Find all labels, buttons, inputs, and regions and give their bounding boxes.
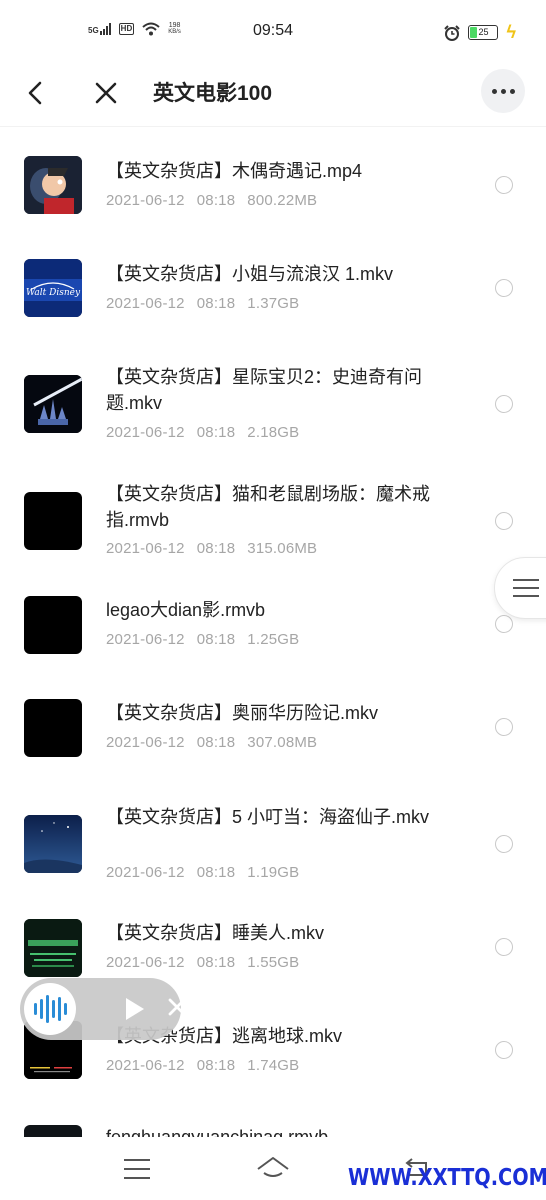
menu-line-icon [513, 595, 539, 597]
file-meta: 2021-06-12 08:18 315.06MB [106, 540, 318, 557]
thumbnail-black [24, 699, 82, 757]
more-dot-icon [500, 88, 506, 94]
file-name: 【英文杂货店】木偶奇遇记.mp4 [106, 161, 363, 181]
close-button[interactable] [90, 76, 122, 108]
file-name: fenghuangyuanchinag.rmvb [106, 1127, 329, 1137]
thumbnail-pinocchio [24, 156, 82, 214]
thumbnail-black [24, 596, 82, 654]
file-name: 【英文杂货店】小姐与流浪汉 1.mkv [106, 264, 394, 284]
battery-icon: 25 [468, 25, 499, 40]
svg-text:Walt Disney: Walt Disney [26, 288, 81, 298]
file-row[interactable]: Walt Disney 【英文杂货店】小姐与流浪汉 1.mkv 2021-06-… [0, 230, 546, 333]
more-dot-icon [509, 88, 515, 94]
select-radio[interactable] [495, 512, 513, 530]
file-meta: 2021-06-12 08:18 2.18GB [106, 424, 300, 441]
menu-line-icon [513, 579, 539, 581]
alarm-icon [444, 24, 461, 41]
file-name: legao大dian影.rmvb [106, 600, 266, 620]
file-row[interactable]: 【英文杂货店】木偶奇遇记.mp4 2021-06-12 08:18 800.22MB [0, 127, 546, 230]
file-meta: 2021-06-12 08:18 1.37GB [106, 295, 300, 312]
charging-icon: ϟ [506, 22, 516, 42]
file-row[interactable]: 【英文杂货店】5 小叮当：海盗仙子.mkv 2021-06-12 08:18 1.1… [0, 773, 546, 890]
menu-line-icon [513, 587, 539, 589]
nav-home-button[interactable] [256, 1155, 290, 1181]
battery-level: 25 [478, 27, 489, 37]
more-dot-icon [491, 88, 497, 94]
select-radio[interactable] [495, 615, 513, 633]
status-right: 25 ϟ [444, 22, 516, 43]
floating-audio-player[interactable] [20, 978, 186, 1040]
close-icon [168, 998, 186, 1016]
page-title: 英文电影100 [153, 82, 273, 105]
home-icon [257, 1157, 289, 1177]
select-radio[interactable] [495, 279, 513, 297]
file-meta: 2021-06-12 08:18 307.08MB [106, 734, 318, 751]
close-player-button[interactable] [166, 996, 188, 1018]
thumbnail-night-sky [24, 815, 82, 873]
more-options-button[interactable] [481, 69, 525, 113]
file-name: 【英文杂货店】5 小叮当：海盗仙子.mkv [106, 807, 430, 827]
file-row[interactable]: 【英文杂货店】猫和老鼠剧场版：魔术戒指.rmvb 2021-06-12 08:18… [0, 450, 546, 566]
file-row[interactable]: legao大dian影.rmvb 2021-06-12 08:18 1.25GB [0, 566, 546, 670]
thumbnail-black [24, 492, 82, 550]
file-meta: 2021-06-12 08:18 1.19GB [106, 864, 300, 881]
file-name: 【英文杂货店】奥丽华历险记.mkv [106, 703, 378, 723]
thumbnail-partial [24, 1125, 82, 1137]
thumbnail-disney-castle [24, 375, 82, 433]
title-bar: 英文电影100 [0, 62, 546, 124]
nav-menu-button[interactable] [124, 1159, 150, 1179]
select-radio[interactable] [495, 395, 513, 413]
file-row[interactable]: fenghuangyuanchinag.rmvb [0, 1097, 546, 1137]
play-icon[interactable] [126, 998, 144, 1020]
file-meta: 2021-06-12 08:18 1.74GB [106, 1057, 300, 1074]
thumbnail-walt-disney: Walt Disney [24, 259, 82, 317]
file-name: 【英文杂货店】星际宝贝2：史迪奇有问题.mkv [106, 367, 423, 413]
thumbnail-green-title [24, 919, 82, 977]
back-button[interactable] [20, 76, 52, 108]
file-meta: 2021-06-12 08:18 1.25GB [106, 631, 300, 648]
select-radio[interactable] [495, 1041, 513, 1059]
file-meta: 2021-06-12 08:18 800.22MB [106, 192, 318, 209]
watermark: WWW.XXTTQ.COM [348, 1165, 546, 1191]
chevron-left-icon [28, 81, 42, 105]
audio-wave-icon[interactable] [24, 983, 76, 1035]
select-radio[interactable] [495, 176, 513, 194]
file-name: 【英文杂货店】猫和老鼠剧场版：魔术戒指.rmvb [106, 484, 430, 530]
status-bar: 5G HD 198 KB/s 09:54 25 ϟ [0, 0, 546, 62]
close-icon [95, 82, 117, 104]
select-radio[interactable] [495, 938, 513, 956]
file-meta: 2021-06-12 08:18 1.55GB [106, 954, 300, 971]
file-row[interactable]: 【英文杂货店】星际宝贝2：史迪奇有问题.mkv 2021-06-12 08:18 2… [0, 333, 546, 450]
file-name: 【英文杂货店】睡美人.mkv [106, 923, 324, 943]
select-radio[interactable] [495, 835, 513, 853]
select-radio[interactable] [495, 718, 513, 736]
file-row[interactable]: 【英文杂货店】奥丽华历险记.mkv 2021-06-12 08:18 307.08M… [0, 670, 546, 773]
